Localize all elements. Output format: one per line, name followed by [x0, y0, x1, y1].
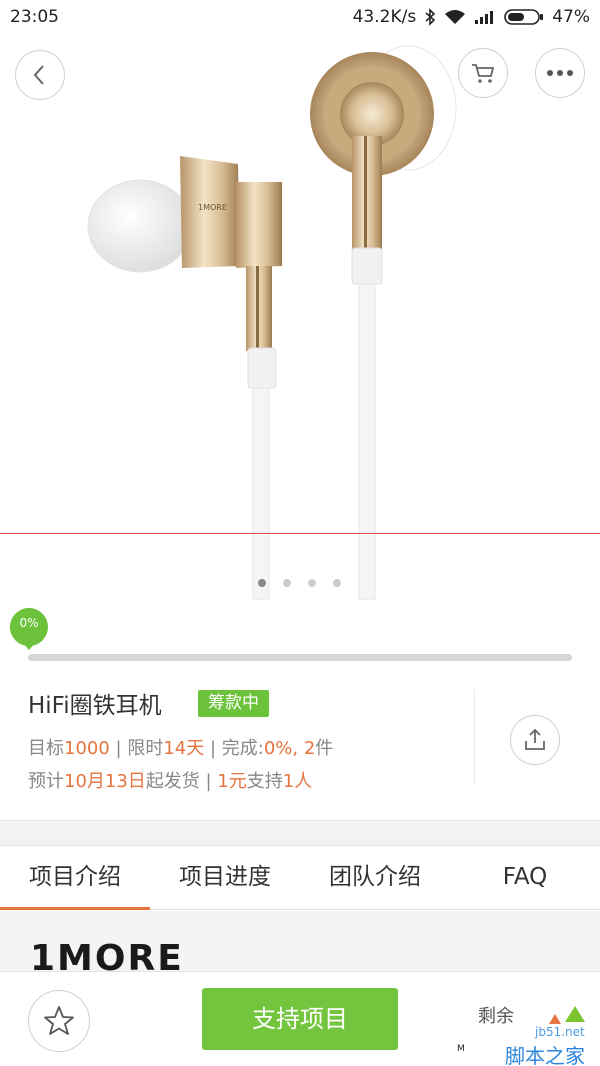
ship-label: 预计 [28, 771, 64, 792]
back-button[interactable] [15, 50, 65, 100]
limit-label: 限时 [127, 738, 164, 759]
star-icon [44, 1006, 74, 1035]
goal-label: 目标 [28, 738, 64, 759]
carousel-dot[interactable] [258, 579, 266, 587]
active-tab-underline [0, 907, 150, 910]
separator: | [199, 771, 218, 792]
battery-icon [504, 9, 544, 25]
supporters-value: 1人 [282, 771, 313, 792]
product-hero: 1MORE [0, 36, 600, 600]
watermark: M jb51.net 脚本之家 [455, 1000, 600, 1066]
status-indicators: 43.2K/s 47% [353, 7, 590, 27]
pieces-value: 2 [303, 738, 316, 759]
hero-divider-line [0, 533, 600, 534]
done-value: 0%, [263, 738, 304, 759]
status-bar: 23:05 43.2K/s 47% [0, 0, 600, 36]
earphones-image: 1MORE [87, 45, 457, 600]
carousel-dot[interactable] [283, 579, 291, 587]
separator: | [204, 738, 222, 759]
product-title: HiFi圈铁耳机 [28, 693, 162, 719]
info-divider [474, 690, 475, 786]
goal-value: 1000 [64, 738, 110, 759]
status-time: 23:05 [10, 7, 59, 27]
tab-bar: 项目介绍 项目进度 团队介绍 FAQ [0, 846, 600, 910]
section-gap [0, 820, 600, 846]
carousel-dot[interactable] [308, 579, 316, 587]
carousel-dot[interactable] [333, 579, 341, 587]
tab-project-progress[interactable]: 项目进度 [150, 846, 300, 910]
progress-percent: 0% [19, 616, 39, 630]
share-button[interactable] [510, 715, 560, 765]
earphone-brand-mark: 1MORE [198, 203, 227, 212]
carousel-indicator [258, 579, 341, 587]
support-project-button[interactable]: 支持项目 [202, 988, 398, 1050]
funding-summary: 目标1000 | 限时14天 | 完成:0%, 2件 [28, 734, 333, 760]
tab-team-intro[interactable]: 团队介绍 [300, 846, 450, 910]
progress-badge: 0% [8, 606, 50, 650]
watermark-text: 脚本之家 [505, 1044, 585, 1066]
price-value: 1元 [217, 771, 247, 792]
watermark-corner-letter: M [457, 1044, 465, 1054]
ship-date: 10月13日 [64, 771, 146, 792]
brand-logo: 1MORE [30, 938, 184, 971]
content-area: 1MORE [0, 911, 600, 971]
favorite-button[interactable] [28, 990, 90, 1052]
done-label: 完成: [221, 738, 264, 759]
separator: | [109, 738, 128, 759]
share-icon [525, 728, 545, 750]
progress-bar [28, 654, 572, 661]
supporters-label: 支持 [246, 771, 283, 792]
chevron-left-icon [33, 65, 44, 85]
bluetooth-icon [425, 8, 436, 26]
battery-percent: 47% [552, 7, 590, 27]
more-button[interactable] [535, 48, 585, 98]
network-speed: 43.2K/s [352, 7, 417, 27]
cart-button[interactable] [458, 48, 508, 98]
status-badge: 筹款中 [198, 690, 269, 717]
watermark-url: jb51.net [535, 1025, 585, 1039]
cart-icon [472, 64, 495, 83]
shipping-summary: 预计10月13日起发货 | 1元支持1人 [28, 767, 312, 793]
limit-value: 14天 [163, 738, 205, 759]
pieces-unit: 件 [315, 738, 334, 759]
wifi-icon [445, 10, 466, 24]
tab-faq[interactable]: FAQ [450, 846, 600, 910]
ship-suffix: 起发货 [145, 771, 200, 792]
signal-icon [475, 11, 494, 24]
more-dots-icon [547, 70, 573, 76]
tab-project-intro[interactable]: 项目介绍 [0, 846, 150, 910]
